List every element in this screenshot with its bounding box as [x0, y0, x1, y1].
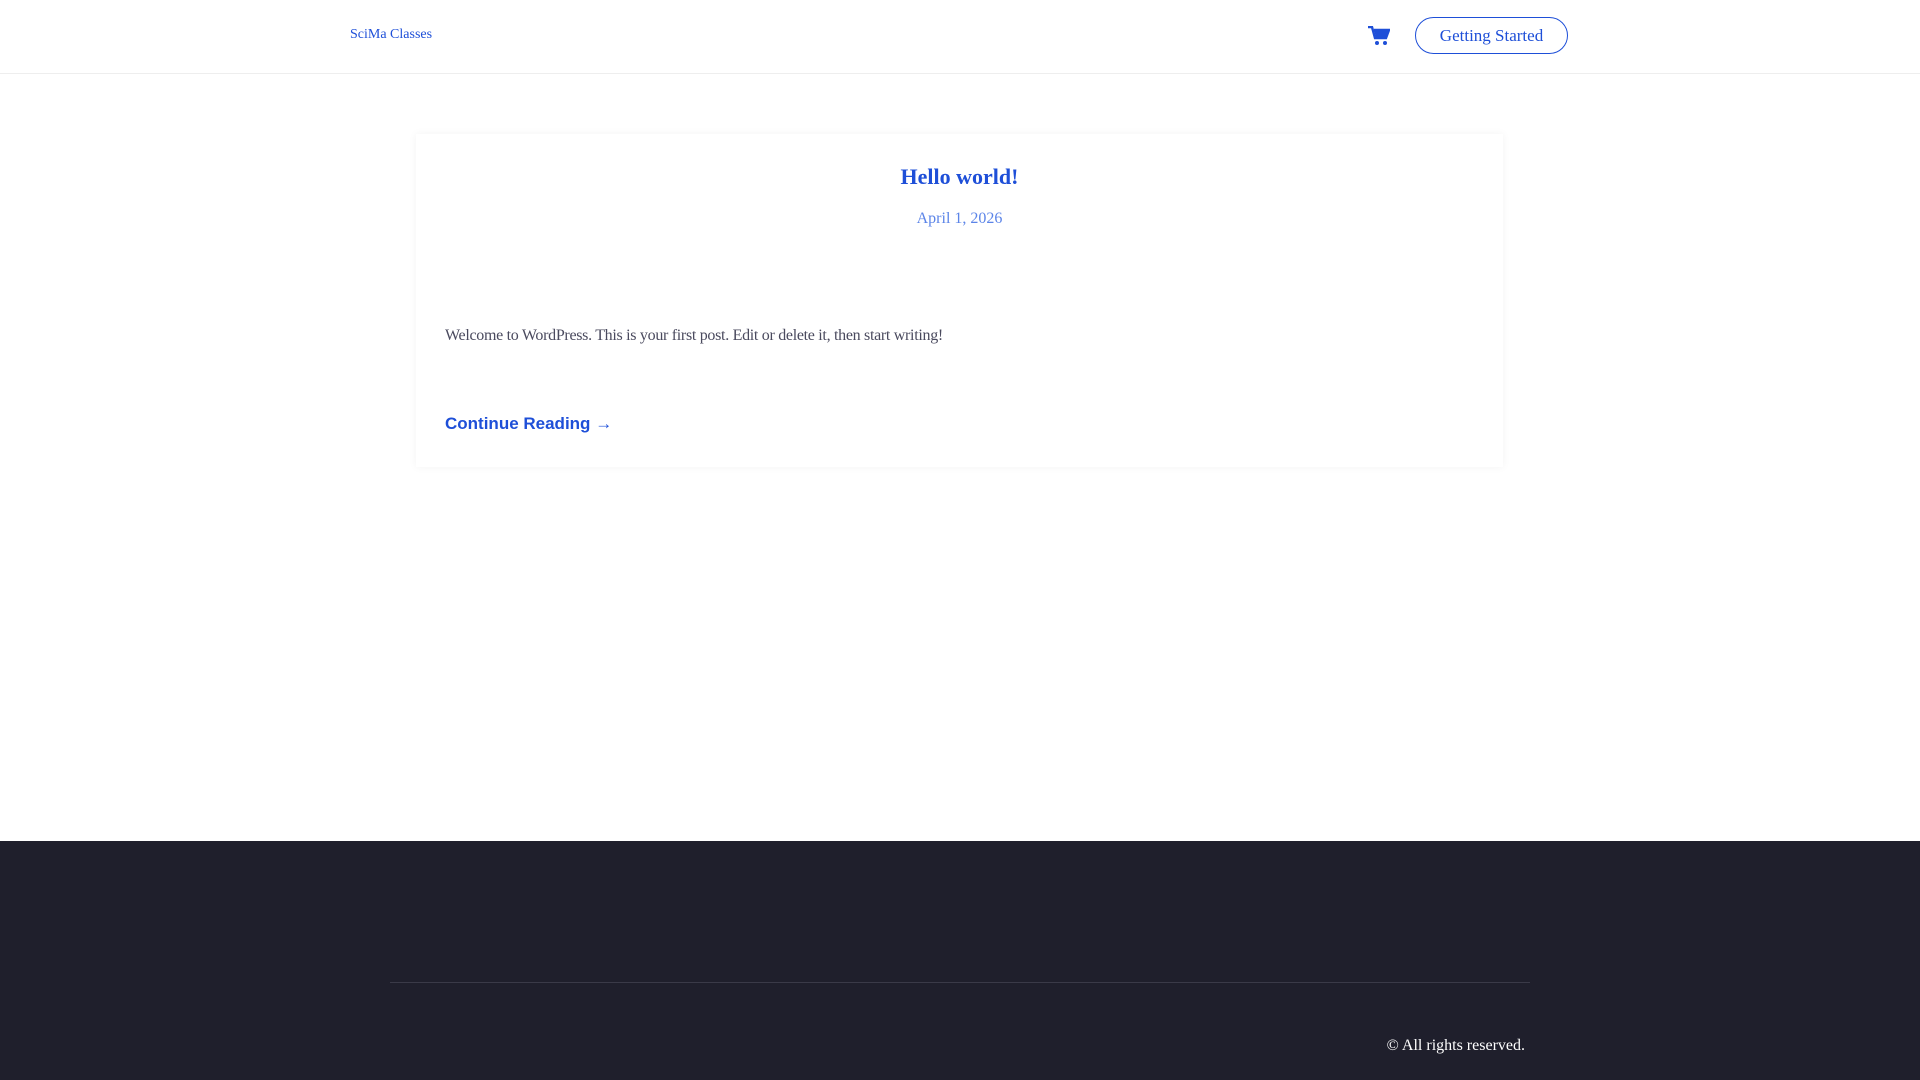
shopping-cart-icon[interactable] — [1368, 25, 1391, 46]
copyright-text: © All rights reserved. — [1386, 1037, 1525, 1054]
post-card: Hello world! April 1, 2026 Welcome to Wo… — [416, 134, 1503, 467]
continue-reading-label: Continue Reading — [445, 414, 591, 433]
site-header: SciMa Classes Getting Started — [0, 0, 1920, 74]
continue-reading-link[interactable]: Continue Reading → — [445, 414, 612, 434]
post-date[interactable]: April 1, 2026 — [416, 210, 1503, 228]
post-title[interactable]: Hello world! — [416, 164, 1503, 190]
footer-divider — [390, 982, 1530, 983]
site-title-link[interactable]: SciMa Classes — [350, 27, 432, 43]
arrow-right-icon: → — [595, 414, 613, 433]
main-content: Hello world! April 1, 2026 Welcome to Wo… — [0, 74, 1920, 841]
site-footer: © All rights reserved. — [0, 841, 1920, 1080]
post-excerpt: Welcome to WordPress. This is your first… — [445, 327, 943, 344]
getting-started-button[interactable]: Getting Started — [1415, 17, 1568, 54]
